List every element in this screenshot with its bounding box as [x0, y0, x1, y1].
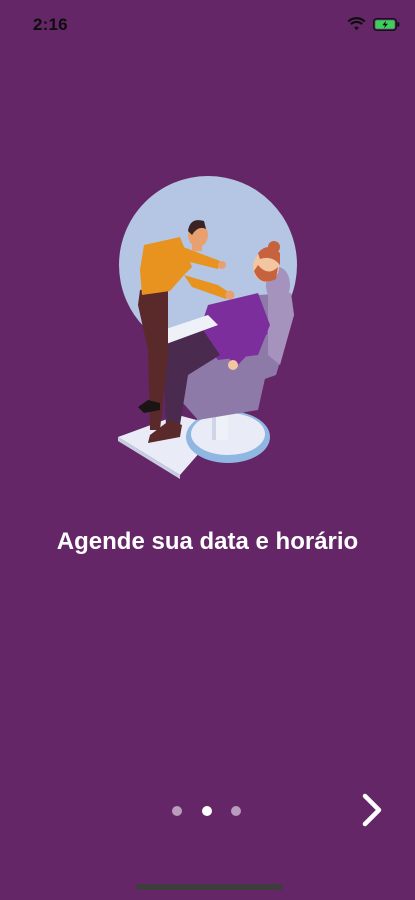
- page-dot-3[interactable]: [231, 806, 241, 816]
- page-dot-2-active[interactable]: [202, 806, 212, 816]
- next-button[interactable]: [356, 790, 388, 830]
- page-indicator: [172, 804, 246, 818]
- page-dot-1[interactable]: [172, 806, 182, 816]
- barber-shaving-client-illustration: [118, 176, 297, 479]
- chevron-right-icon: [362, 793, 382, 827]
- onboarding-headline: Agende sua data e horário: [56, 528, 359, 555]
- onboarding-screen: 2:16 Agende sua data e horário: [0, 0, 415, 900]
- status-bar: 2:16: [0, 0, 415, 48]
- wifi-icon: [347, 17, 366, 31]
- status-time: 2:16: [33, 15, 68, 34]
- home-indicator[interactable]: [136, 884, 283, 890]
- battery-charging-icon: [373, 18, 400, 31]
